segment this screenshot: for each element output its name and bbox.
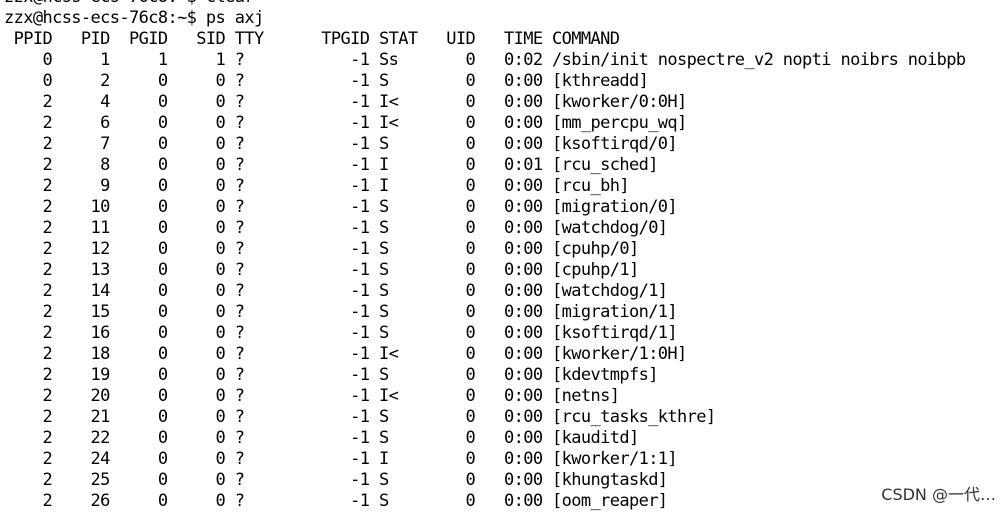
process-row: 2 18 0 0 ? -1 I< 0 0:00 [kworker/1:0H]	[4, 344, 687, 364]
process-row: 2 16 0 0 ? -1 S 0 0:00 [ksoftirqd/1]	[4, 323, 678, 343]
process-row: 2 22 0 0 ? -1 S 0 0:00 [kauditd]	[4, 428, 639, 448]
process-row: 2 19 0 0 ? -1 S 0 0:00 [kdevtmpfs]	[4, 365, 658, 385]
command-prompt-line: zzx@hcss-ecs-76c8:~$ ps axj	[4, 8, 264, 28]
clipped-command-line: zzx@hcss-ecs-76c8:~$ clear	[4, 0, 255, 8]
terminal-window[interactable]: zzx@hcss-ecs-76c8:~$ clear zzx@hcss-ecs-…	[0, 0, 1002, 513]
process-row: 2 24 0 0 ? -1 I 0 0:00 [kworker/1:1]	[4, 449, 678, 469]
process-row: 2 6 0 0 ? -1 I< 0 0:00 [mm_percpu_wq]	[4, 113, 687, 133]
process-row: 2 8 0 0 ? -1 I 0 0:01 [rcu_sched]	[4, 155, 658, 175]
process-row: 2 25 0 0 ? -1 S 0 0:00 [khungtaskd]	[4, 470, 668, 490]
process-row: 2 13 0 0 ? -1 S 0 0:00 [cpuhp/1]	[4, 260, 639, 280]
process-row: 2 15 0 0 ? -1 S 0 0:00 [migration/1]	[4, 302, 678, 322]
process-row: 2 12 0 0 ? -1 S 0 0:00 [cpuhp/0]	[4, 239, 639, 259]
process-row: 2 9 0 0 ? -1 I 0 0:00 [rcu_bh]	[4, 176, 629, 196]
ps-column-header: PPID PID PGID SID TTY TPGID STAT UID TIM…	[4, 29, 620, 49]
process-row: 2 21 0 0 ? -1 S 0 0:00 [rcu_tasks_kthre]	[4, 407, 716, 427]
process-row: 2 7 0 0 ? -1 S 0 0:00 [ksoftirqd/0]	[4, 134, 678, 154]
process-row: 2 11 0 0 ? -1 S 0 0:00 [watchdog/0]	[4, 218, 668, 238]
process-row: 0 2 0 0 ? -1 S 0 0:00 [kthreadd]	[4, 71, 649, 91]
process-row: 2 14 0 0 ? -1 S 0 0:00 [watchdog/1]	[4, 281, 668, 301]
process-row: 2 20 0 0 ? -1 I< 0 0:00 [netns]	[4, 386, 620, 406]
process-row: 0 1 1 1 ? -1 Ss 0 0:02 /sbin/init nospec…	[4, 50, 966, 70]
csdn-watermark: CSDN @一代…	[879, 481, 998, 505]
process-row: 2 4 0 0 ? -1 I< 0 0:00 [kworker/0:0H]	[4, 92, 687, 112]
process-row: 2 10 0 0 ? -1 S 0 0:00 [migration/0]	[4, 197, 678, 217]
process-row: 2 26 0 0 ? -1 S 0 0:00 [oom_reaper]	[4, 491, 668, 511]
